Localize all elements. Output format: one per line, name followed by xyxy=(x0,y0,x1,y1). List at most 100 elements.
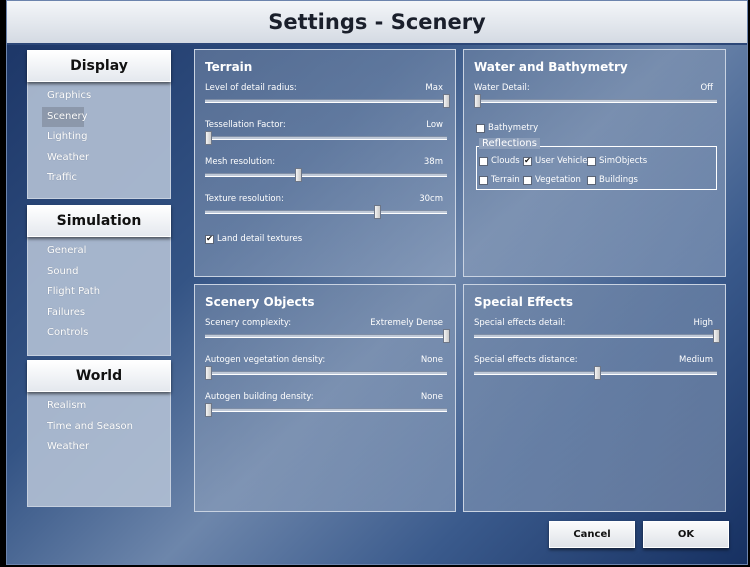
scenery-complexity-slider[interactable] xyxy=(205,329,450,343)
texture-resolution-slider[interactable] xyxy=(205,205,447,219)
nav-item-time-and-season[interactable]: Time and Season xyxy=(42,417,156,438)
tessellation-slider[interactable] xyxy=(205,131,447,145)
bathymetry-check-box[interactable] xyxy=(476,123,485,133)
building-density-slider-thumb[interactable] xyxy=(205,403,212,417)
ok-button[interactable]: OK xyxy=(643,521,729,548)
simobjects-checkbox[interactable]: SimObjects xyxy=(587,156,647,166)
effects-distance-slider-thumb[interactable] xyxy=(593,366,601,380)
sidebar: Display Graphics Scenery Lighting Weathe… xyxy=(27,50,171,507)
tessellation-label: Tessellation Factor: xyxy=(205,120,286,130)
effects-distance-label: Special effects distance: xyxy=(474,355,578,365)
nav-item-graphics[interactable]: Graphics xyxy=(42,86,156,107)
tessellation-setting: Tessellation Factor: Low xyxy=(205,120,447,150)
special-effects-panel: Special Effects Special effects detail: … xyxy=(463,284,726,512)
terrain-reflect-check-box[interactable] xyxy=(479,175,488,185)
reflections-group: Reflections Clouds ✔ User Vehicle SimObj… xyxy=(476,138,717,190)
scenery-objects-title: Scenery Objects xyxy=(205,295,315,309)
section-header-world[interactable]: World xyxy=(27,360,171,392)
vegetation-reflect-label: Vegetation xyxy=(535,175,581,185)
world-list: Realism Time and Season Weather xyxy=(27,391,171,507)
water-detail-value: Off xyxy=(700,83,713,93)
scenery-complexity-value: Extremely Dense xyxy=(370,318,443,328)
section-header-simulation[interactable]: Simulation xyxy=(27,205,171,237)
buildings-reflect-checkbox[interactable]: Buildings xyxy=(587,175,638,185)
cancel-button[interactable]: Cancel xyxy=(549,521,635,548)
land-detail-checkbox[interactable]: ✔ Land detail textures xyxy=(205,234,302,244)
water-detail-slider-thumb[interactable] xyxy=(474,94,481,108)
clouds-check-box[interactable] xyxy=(479,156,488,166)
buildings-reflect-label: Buildings xyxy=(599,175,638,185)
user-vehicle-checkbox[interactable]: ✔ User Vehicle xyxy=(523,156,587,166)
lod-radius-slider-thumb[interactable] xyxy=(443,94,450,108)
settings-window: Settings - Scenery Display Graphics Scen… xyxy=(6,0,748,565)
effects-detail-setting: Special effects detail: High xyxy=(474,318,720,348)
nav-item-traffic[interactable]: Traffic xyxy=(42,168,156,189)
scenery-complexity-slider-thumb[interactable] xyxy=(443,329,450,343)
lod-radius-setting: Level of detail radius: Max xyxy=(205,83,450,113)
bathymetry-label: Bathymetry xyxy=(488,123,539,133)
nav-item-realism[interactable]: Realism xyxy=(42,396,156,417)
vegetation-density-setting: Autogen vegetation density: None xyxy=(205,355,447,385)
texture-resolution-label: Texture resolution: xyxy=(205,194,284,204)
nav-item-scenery[interactable]: Scenery xyxy=(42,106,88,127)
building-density-label: Autogen building density: xyxy=(205,392,314,402)
clouds-checkbox[interactable]: Clouds xyxy=(479,156,520,166)
texture-resolution-setting: Texture resolution: 30cm xyxy=(205,194,447,224)
nav-item-sound[interactable]: Sound xyxy=(42,262,156,283)
buildings-reflect-check-box[interactable] xyxy=(587,175,596,185)
water-detail-setting: Water Detail: Off xyxy=(474,83,717,113)
scenery-complexity-label: Scenery complexity: xyxy=(205,318,292,328)
vegetation-density-label: Autogen vegetation density: xyxy=(205,355,326,365)
nav-item-weather[interactable]: Weather xyxy=(42,148,156,169)
building-density-slider[interactable] xyxy=(205,403,447,417)
building-density-value: None xyxy=(420,392,443,402)
terrain-reflect-label: Terrain xyxy=(491,175,520,185)
water-detail-slider[interactable] xyxy=(474,94,717,108)
user-vehicle-check-box[interactable]: ✔ xyxy=(523,156,532,166)
land-detail-check-box[interactable]: ✔ xyxy=(205,234,214,244)
section-header-display[interactable]: Display xyxy=(27,50,171,82)
simulation-list: General Sound Flight Path Failures Contr… xyxy=(27,236,171,356)
texture-resolution-value: 30cm xyxy=(419,194,443,204)
vegetation-density-slider-thumb[interactable] xyxy=(205,366,212,380)
nav-item-failures[interactable]: Failures xyxy=(42,303,156,324)
tessellation-slider-thumb[interactable] xyxy=(205,131,212,145)
terrain-panel: Terrain Level of detail radius: Max Tess… xyxy=(194,49,456,277)
effects-distance-slider[interactable] xyxy=(474,366,717,380)
lod-radius-slider[interactable] xyxy=(205,94,450,108)
mesh-resolution-value: 38m xyxy=(423,157,443,167)
window-title: Settings - Scenery xyxy=(268,10,486,34)
vegetation-reflect-check-box[interactable] xyxy=(523,175,532,185)
reflections-title: Reflections xyxy=(479,138,540,149)
effects-detail-value: High xyxy=(693,318,713,328)
mesh-resolution-slider[interactable] xyxy=(205,168,447,182)
effects-detail-label: Special effects detail: xyxy=(474,318,566,328)
terrain-title: Terrain xyxy=(205,60,253,74)
mesh-resolution-label: Mesh resolution: xyxy=(205,157,276,167)
clouds-label: Clouds xyxy=(491,156,520,166)
water-panel: Water and Bathymetry Water Detail: Off B… xyxy=(463,49,726,277)
simobjects-check-box[interactable] xyxy=(587,156,596,166)
effects-detail-slider[interactable] xyxy=(474,329,720,343)
display-list: Graphics Scenery Lighting Weather Traffi… xyxy=(27,81,171,199)
water-title: Water and Bathymetry xyxy=(474,60,628,74)
scenery-objects-panel: Scenery Objects Scenery complexity: Extr… xyxy=(194,284,456,512)
nav-item-world-weather[interactable]: Weather xyxy=(42,437,156,458)
simobjects-label: SimObjects xyxy=(599,156,648,166)
vegetation-density-slider[interactable] xyxy=(205,366,447,380)
bathymetry-checkbox[interactable]: Bathymetry xyxy=(476,123,538,133)
effects-detail-slider-thumb[interactable] xyxy=(713,329,720,343)
mesh-resolution-slider-thumb[interactable] xyxy=(295,168,303,182)
water-detail-label: Water Detail: xyxy=(474,83,530,93)
nav-item-lighting[interactable]: Lighting xyxy=(42,127,156,148)
building-density-setting: Autogen building density: None xyxy=(205,392,447,422)
terrain-reflect-checkbox[interactable]: Terrain xyxy=(479,175,520,185)
nav-item-controls[interactable]: Controls xyxy=(42,323,156,344)
mesh-resolution-setting: Mesh resolution: 38m xyxy=(205,157,447,187)
scenery-complexity-setting: Scenery complexity: Extremely Dense xyxy=(205,318,450,348)
texture-resolution-slider-thumb[interactable] xyxy=(373,205,381,219)
special-effects-title: Special Effects xyxy=(474,295,574,309)
vegetation-reflect-checkbox[interactable]: Vegetation xyxy=(523,175,581,185)
nav-item-general[interactable]: General xyxy=(42,241,156,262)
nav-item-flight-path[interactable]: Flight Path xyxy=(42,282,156,303)
